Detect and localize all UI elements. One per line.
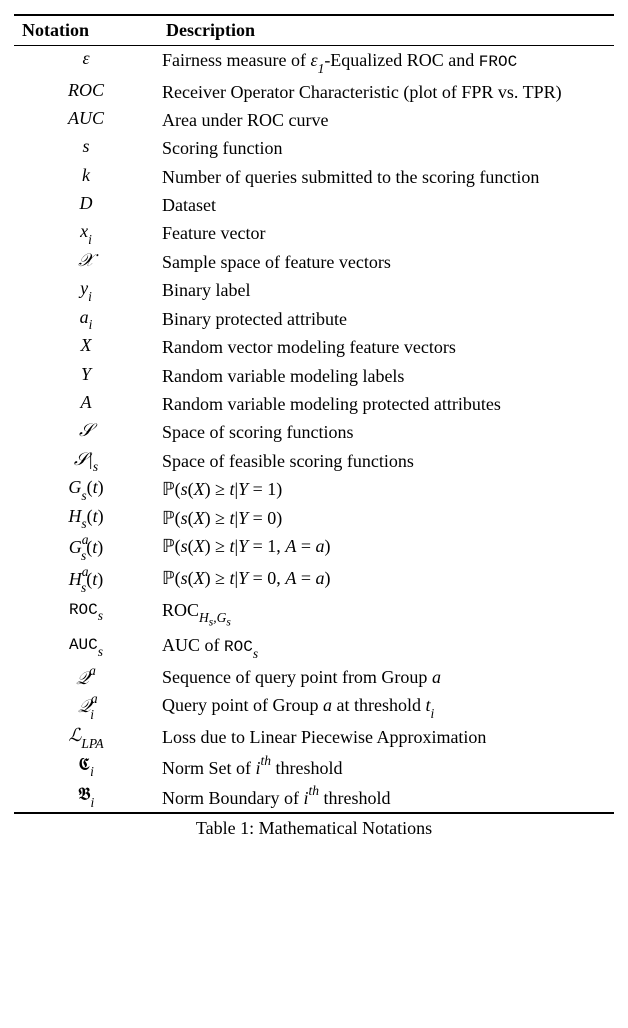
description-cell: Norm Boundary of ith threshold bbox=[158, 782, 614, 813]
notation-cell: 𝒮 bbox=[14, 418, 158, 446]
table-row: ROCsROCHs,Gs bbox=[14, 596, 614, 632]
description-cell: Dataset bbox=[158, 191, 614, 219]
notation-cell: AUC bbox=[14, 106, 158, 134]
notation-cell: ROCs bbox=[14, 596, 158, 632]
notation-cell: A bbox=[14, 390, 158, 418]
notation-cell: Y bbox=[14, 362, 158, 390]
table-row: AUCsAUC of ROCs bbox=[14, 631, 614, 663]
description-cell: Area under ROC curve bbox=[158, 106, 614, 134]
table-row: sScoring function bbox=[14, 134, 614, 162]
table-row: Gas(t)ℙ(s(X) ≥ t|Y = 1, A = a) bbox=[14, 532, 614, 564]
notation-cell: AUCs bbox=[14, 631, 158, 663]
table-row: 𝒳Sample space of feature vectors bbox=[14, 248, 614, 276]
description-cell: Binary label bbox=[158, 276, 614, 305]
notation-cell: xi bbox=[14, 219, 158, 248]
table-row: 𝒮|sSpace of feasible scoring functions bbox=[14, 447, 614, 476]
table-row: Gs(t)ℙ(s(X) ≥ t|Y = 1) bbox=[14, 475, 614, 504]
description-cell: ℙ(s(X) ≥ t|Y = 0) bbox=[158, 504, 614, 533]
table-body: εFairness measure of ε1-Equalized ROC an… bbox=[14, 46, 614, 814]
notation-cell: 𝒮|s bbox=[14, 447, 158, 476]
notation-cell: 𝒬a bbox=[14, 663, 158, 691]
notation-cell: 𝒳 bbox=[14, 248, 158, 276]
table-row: AUCArea under ROC curve bbox=[14, 106, 614, 134]
table-row: εFairness measure of ε1-Equalized ROC an… bbox=[14, 46, 614, 78]
table-row: yiBinary label bbox=[14, 276, 614, 305]
notation-cell: k bbox=[14, 163, 158, 191]
col-header-notation: Notation bbox=[14, 15, 158, 46]
description-cell: ROCHs,Gs bbox=[158, 596, 614, 632]
notation-cell: ROC bbox=[14, 78, 158, 106]
table-row: Hs(t)ℙ(s(X) ≥ t|Y = 0) bbox=[14, 504, 614, 533]
table-row: 𝒬aiQuery point of Group a at threshold t… bbox=[14, 691, 614, 723]
notation-cell: yi bbox=[14, 276, 158, 305]
description-cell: Feature vector bbox=[158, 219, 614, 248]
description-cell: Number of queries submitted to the scori… bbox=[158, 163, 614, 191]
table-row: kNumber of queries submitted to the scor… bbox=[14, 163, 614, 191]
notation-cell: Gs(t) bbox=[14, 475, 158, 504]
description-cell: Random variable modeling protected attri… bbox=[158, 390, 614, 418]
description-cell: Random variable modeling labels bbox=[158, 362, 614, 390]
notation-cell: Hs(t) bbox=[14, 504, 158, 533]
table-row: ℒLPALoss due to Linear Piecewise Approxi… bbox=[14, 723, 614, 752]
table-row: 𝕭iNorm Boundary of ith threshold bbox=[14, 782, 614, 813]
notation-cell: 𝕮i bbox=[14, 752, 158, 782]
table-row: 𝒮Space of scoring functions bbox=[14, 418, 614, 446]
description-cell: ℙ(s(X) ≥ t|Y = 1, A = a) bbox=[158, 532, 614, 564]
notation-cell: ℒLPA bbox=[14, 723, 158, 752]
notation-cell: s bbox=[14, 134, 158, 162]
table-caption: Table 1: Mathematical Notations bbox=[14, 814, 614, 839]
notation-cell: Gas(t) bbox=[14, 532, 158, 564]
description-cell: Binary protected attribute bbox=[158, 305, 614, 334]
col-header-description: Description bbox=[158, 15, 614, 46]
description-cell: Norm Set of ith threshold bbox=[158, 752, 614, 782]
table-header-row: Notation Description bbox=[14, 15, 614, 46]
table-row: ARandom variable modeling protected attr… bbox=[14, 390, 614, 418]
table-row: XRandom vector modeling feature vectors bbox=[14, 333, 614, 361]
notation-cell: ε bbox=[14, 46, 158, 78]
description-cell: Query point of Group a at threshold ti bbox=[158, 691, 614, 723]
table-row: YRandom variable modeling labels bbox=[14, 362, 614, 390]
description-cell: Sample space of feature vectors bbox=[158, 248, 614, 276]
notation-cell: 𝕭i bbox=[14, 782, 158, 813]
description-cell: Space of feasible scoring functions bbox=[158, 447, 614, 476]
description-cell: Space of scoring functions bbox=[158, 418, 614, 446]
table-row: ROCReceiver Operator Characteristic (plo… bbox=[14, 78, 614, 106]
description-cell: ℙ(s(X) ≥ t|Y = 0, A = a) bbox=[158, 564, 614, 596]
notation-cell: X bbox=[14, 333, 158, 361]
description-cell: Receiver Operator Characteristic (plot o… bbox=[158, 78, 614, 106]
description-cell: Loss due to Linear Piecewise Approximati… bbox=[158, 723, 614, 752]
table-row: Has(t)ℙ(s(X) ≥ t|Y = 0, A = a) bbox=[14, 564, 614, 596]
description-cell: Sequence of query point from Group a bbox=[158, 663, 614, 691]
table-row: DDataset bbox=[14, 191, 614, 219]
table-row: 𝕮iNorm Set of ith threshold bbox=[14, 752, 614, 782]
table-row: 𝒬aSequence of query point from Group a bbox=[14, 663, 614, 691]
description-cell: ℙ(s(X) ≥ t|Y = 1) bbox=[158, 475, 614, 504]
table-row: xiFeature vector bbox=[14, 219, 614, 248]
description-cell: Scoring function bbox=[158, 134, 614, 162]
notation-cell: D bbox=[14, 191, 158, 219]
notation-cell: 𝒬ai bbox=[14, 691, 158, 723]
description-cell: Fairness measure of ε1-Equalized ROC and… bbox=[158, 46, 614, 78]
description-cell: AUC of ROCs bbox=[158, 631, 614, 663]
notation-cell: ai bbox=[14, 305, 158, 334]
description-cell: Random vector modeling feature vectors bbox=[158, 333, 614, 361]
table-row: aiBinary protected attribute bbox=[14, 305, 614, 334]
notation-table-container: Notation Description εFairness measure o… bbox=[14, 14, 614, 839]
notation-cell: Has(t) bbox=[14, 564, 158, 596]
notation-table: Notation Description εFairness measure o… bbox=[14, 14, 614, 814]
